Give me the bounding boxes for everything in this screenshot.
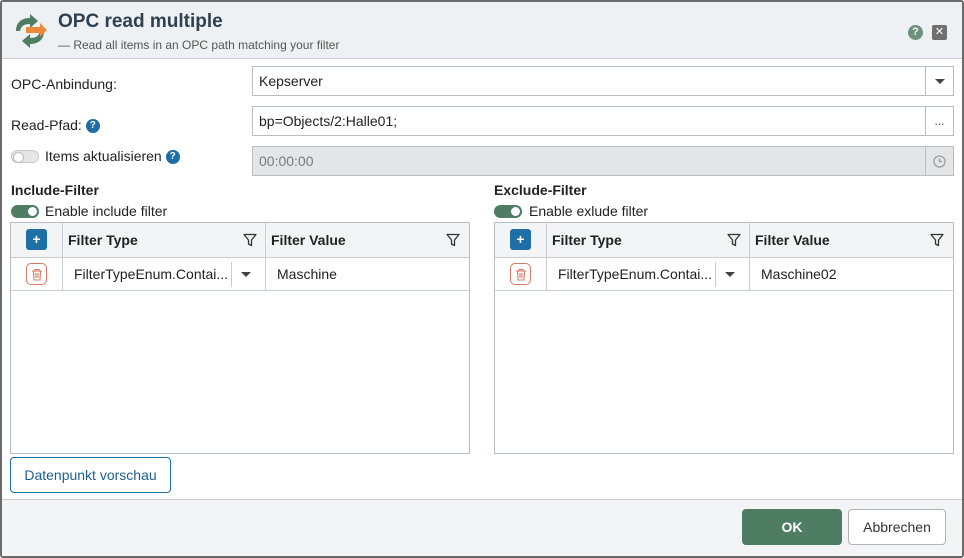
cancel-button[interactable]: Abbrechen	[848, 509, 946, 545]
dialog-footer: OK Abbrechen	[2, 499, 962, 556]
add-filter-button[interactable]: +	[26, 229, 47, 250]
column-separator	[546, 223, 547, 257]
column-separator	[546, 258, 547, 290]
delete-row-button[interactable]	[26, 263, 47, 285]
column-header-filter-value[interactable]: Filter Value	[755, 232, 830, 248]
refresh-interval-input[interactable]: 00:00:00	[252, 146, 954, 176]
column-header-filter-type[interactable]: Filter Type	[552, 232, 622, 248]
opc-read-multiple-dialog: OPC read multiple — Read all items in an…	[0, 0, 964, 558]
exclude-filter-title: Exclude-Filter	[494, 182, 587, 198]
help-icon[interactable]: ?	[165, 150, 180, 165]
filter-type-cell[interactable]: FilterTypeEnum.Contai...	[558, 266, 713, 282]
caret-down-icon	[934, 78, 945, 84]
delete-row-button[interactable]	[510, 263, 531, 285]
arrows-exchange-icon	[16, 14, 47, 48]
read-path-value: bp=Objects/2:Halle01;	[259, 113, 398, 129]
refresh-label-text: Items aktualisieren	[45, 148, 162, 164]
grid-header: + Filter Type Filter Value	[495, 223, 953, 258]
funnel-icon[interactable]	[930, 233, 944, 247]
column-separator	[265, 258, 266, 290]
column-separator	[749, 223, 750, 257]
refresh-toggle[interactable]	[11, 150, 39, 163]
datapoint-preview-button[interactable]: Datenpunkt vorschau	[10, 457, 171, 493]
help-icon[interactable]: ?	[85, 119, 100, 134]
column-separator	[62, 258, 63, 290]
read-path-label-text: Read-Pfad:	[11, 117, 82, 133]
column-header-filter-value[interactable]: Filter Value	[271, 232, 346, 248]
help-button[interactable]: ?	[908, 25, 923, 40]
read-path-input[interactable]: bp=Objects/2:Halle01; ...	[252, 106, 954, 136]
connection-dropdown-button[interactable]	[925, 67, 953, 95]
clock-icon	[933, 154, 946, 168]
dropdown-separator	[231, 262, 232, 287]
trash-icon	[31, 268, 42, 281]
refresh-label: Items aktualisieren?	[45, 148, 180, 165]
dialog-title: OPC read multiple	[58, 11, 223, 32]
column-separator	[62, 223, 63, 257]
grid-header: + Filter Type Filter Value	[11, 223, 469, 258]
exclude-filter-toggle-label: Enable exlude filter	[529, 203, 649, 219]
clock-button[interactable]	[925, 147, 953, 175]
dialog-header: OPC read multiple — Read all items in an…	[2, 2, 962, 59]
trash-icon	[515, 268, 526, 281]
table-row[interactable]: FilterTypeEnum.Contai... Maschine02	[495, 258, 953, 291]
read-path-label: Read-Pfad:?	[11, 117, 100, 134]
include-filter-toggle[interactable]	[11, 205, 39, 218]
column-header-filter-type[interactable]: Filter Type	[68, 232, 138, 248]
exclude-filter-grid: + Filter Type Filter Value FilterTypeEnu…	[494, 222, 954, 454]
dropdown-separator	[715, 262, 716, 287]
funnel-icon[interactable]	[446, 233, 460, 247]
filter-type-cell[interactable]: FilterTypeEnum.Contai...	[74, 266, 229, 282]
column-separator	[265, 223, 266, 257]
dialog-subtitle: — Read all items in an OPC path matching…	[58, 38, 340, 52]
include-filter-title: Include-Filter	[11, 182, 99, 198]
read-path-browse-button[interactable]: ...	[925, 107, 953, 135]
funnel-icon[interactable]	[727, 233, 741, 247]
refresh-interval-value: 00:00:00	[259, 153, 314, 169]
include-filter-toggle-label: Enable include filter	[45, 203, 168, 219]
column-separator	[749, 258, 750, 290]
connection-value: Kepserver	[259, 73, 323, 89]
caret-down-icon[interactable]	[241, 272, 251, 277]
table-row[interactable]: FilterTypeEnum.Contai... Maschine	[11, 258, 469, 291]
connection-select[interactable]: Kepserver	[252, 66, 954, 96]
funnel-icon[interactable]	[243, 233, 257, 247]
connection-label: OPC-Anbindung:	[11, 76, 117, 92]
ok-button[interactable]: OK	[742, 509, 842, 545]
close-button[interactable]: ✕	[932, 25, 947, 40]
exclude-filter-toggle[interactable]	[494, 205, 522, 218]
add-filter-button[interactable]: +	[510, 229, 531, 250]
include-filter-grid: + Filter Type Filter Value FilterTypeEnu…	[10, 222, 470, 454]
filter-value-cell[interactable]: Maschine02	[761, 266, 837, 282]
caret-down-icon[interactable]	[725, 272, 735, 277]
filter-value-cell[interactable]: Maschine	[277, 266, 337, 282]
